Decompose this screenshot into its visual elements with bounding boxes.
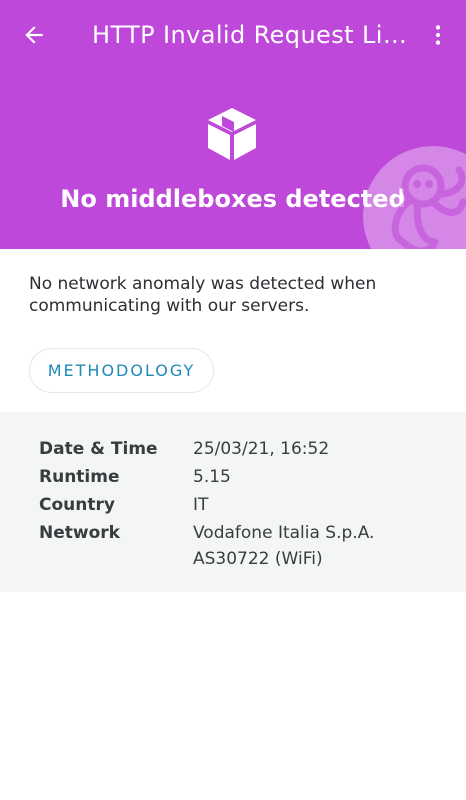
test-result-header: HTTP Invalid Request Line No middleboxes… (0, 0, 466, 249)
octopus-mascot-icon (363, 146, 466, 249)
arrow-left-icon (25, 26, 43, 44)
detail-label: Date & Time (39, 439, 158, 459)
page-title: HTTP Invalid Request Line (92, 21, 408, 49)
detail-label: Country (39, 495, 115, 515)
detail-label: Runtime (39, 467, 120, 487)
measurement-details-panel: Date & Time 25/03/21, 16:52 Runtime 5.15… (0, 412, 466, 592)
back-button[interactable] (14, 15, 54, 55)
app-bar: HTTP Invalid Request Line (0, 0, 466, 70)
overflow-menu-button[interactable] (418, 15, 458, 55)
detail-value: 25/03/21, 16:52 (193, 439, 330, 459)
detail-value: IT (193, 495, 209, 515)
package-cube-icon (208, 108, 256, 160)
more-vertical-icon (435, 25, 441, 45)
detail-value: Vodafone Italia S.p.A. (193, 523, 375, 543)
detail-value: 5.15 (193, 467, 231, 487)
detail-value-asn: AS30722 (WiFi) (193, 549, 323, 569)
result-description: No network anomaly was detected when com… (29, 274, 377, 316)
detail-label: Network (39, 523, 120, 543)
methodology-button[interactable]: METHODOLOGY (29, 348, 214, 393)
